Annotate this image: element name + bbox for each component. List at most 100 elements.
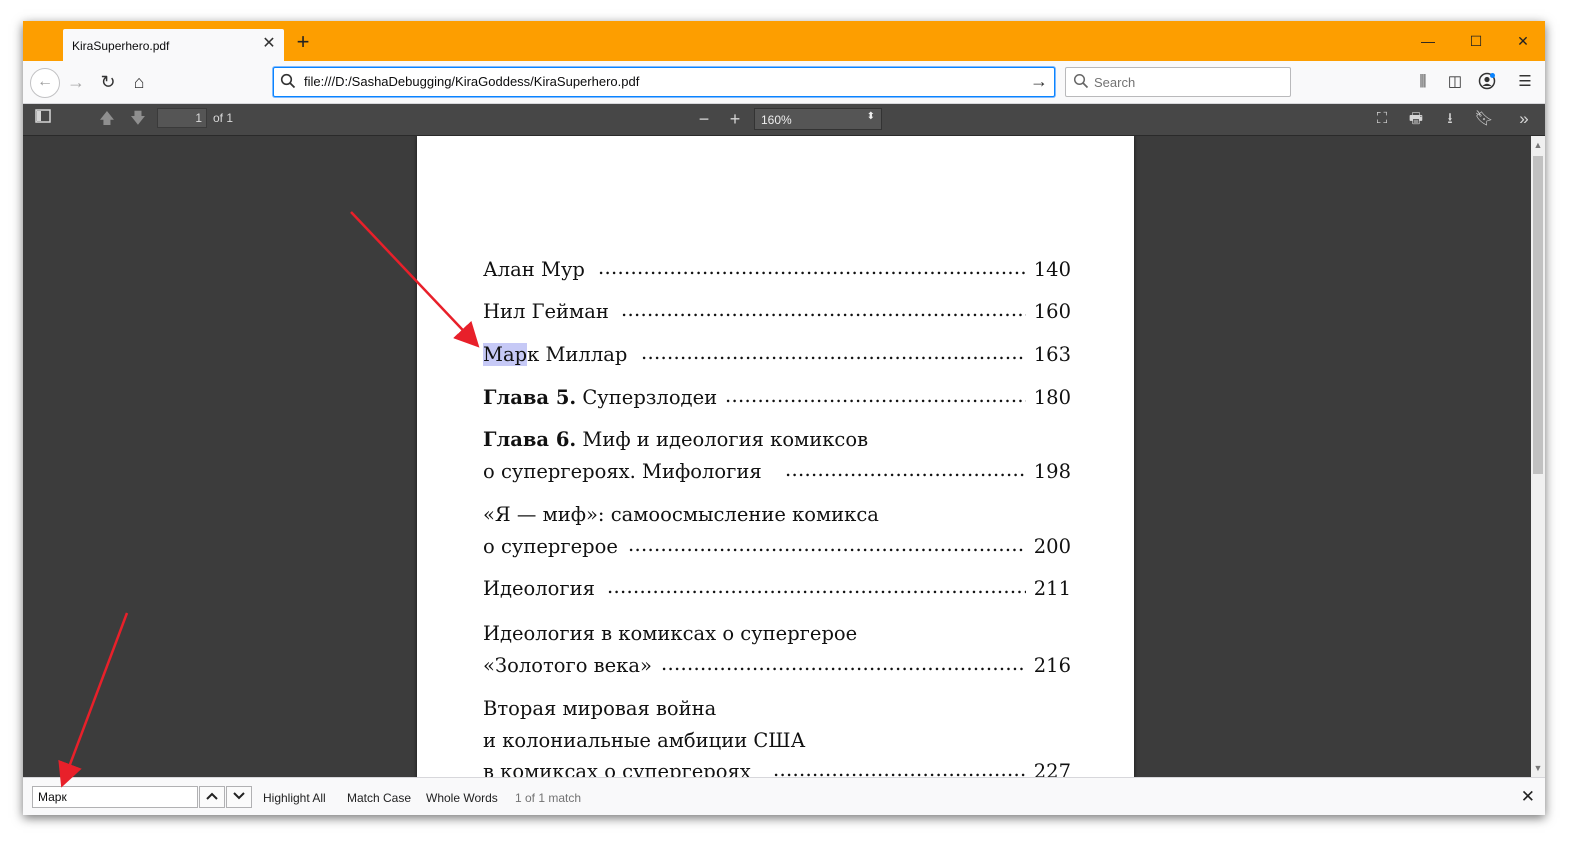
toc-page-number: 227 xyxy=(1033,760,1071,777)
scrollbar-thumb[interactable] xyxy=(1533,156,1543,474)
tools-icon[interactable]: » xyxy=(1513,109,1535,129)
find-status: 1 of 1 match xyxy=(515,791,582,805)
new-tab-icon[interactable]: + xyxy=(293,31,313,53)
toc-entry: «Золотого века» ........................… xyxy=(483,652,1071,680)
tab-close-icon[interactable]: ✕ xyxy=(261,35,277,53)
chapter-title: Миф и идеология комиксов xyxy=(576,428,869,451)
leader-dots: ........................................… xyxy=(607,575,1026,598)
tab-kirasuperhero[interactable]: KiraSuperhero.pdf ✕ xyxy=(63,29,284,61)
scroll-up-icon[interactable]: ▲ xyxy=(1531,138,1545,152)
toc-entry-title: в комиксах о супергероях xyxy=(483,760,751,777)
close-window-icon[interactable]: ✕ xyxy=(1513,31,1533,51)
toc-entry-title-rest: к Миллар xyxy=(527,343,628,366)
vertical-scrollbar[interactable]: ▲ ▼ xyxy=(1531,136,1545,777)
toc-page-number: 163 xyxy=(1033,343,1071,366)
title-bar: KiraSuperhero.pdf ✕ + — ☐ ✕ xyxy=(23,21,1545,61)
next-page-icon[interactable]: 🡇 xyxy=(127,109,149,129)
toc-entry: Идеология ..............................… xyxy=(483,575,1071,603)
url-text: file:///D:/SashaDebugging/KiraGoddess/Ki… xyxy=(304,74,640,89)
find-next-icon[interactable] xyxy=(226,786,252,808)
toc-entry-line: «Я — миф»: самоосмысление комикса xyxy=(483,503,879,526)
toc-entry: Марк Миллар ............................… xyxy=(483,341,1071,369)
toc-entry: Алан Мур ...............................… xyxy=(483,256,1071,284)
toc-page-number: 180 xyxy=(1033,386,1071,409)
toc-entry-line: Идеология в комиксах о супергерое xyxy=(483,622,858,645)
home-icon[interactable]: ⌂ xyxy=(127,71,151,93)
url-bar[interactable]: file:///D:/SashaDebugging/KiraGoddess/Ki… xyxy=(273,67,1055,97)
search-input[interactable] xyxy=(1094,72,1274,92)
chapter-number: Глава 5. xyxy=(483,386,577,409)
leader-dots: ........................................… xyxy=(785,458,1026,481)
select-arrows-icon: ⬍ xyxy=(866,111,875,122)
toc-entry-title: Алан Мур xyxy=(483,258,585,281)
toc-entry-title: Глава 5. Суперзлодеи xyxy=(483,386,717,409)
toc-entry-line: Глава 6. Миф и идеология комиксов xyxy=(483,428,868,451)
toc-entry-title: «Золотого века» xyxy=(483,654,652,677)
whole-words-toggle[interactable]: Whole Words xyxy=(426,791,498,805)
leader-dots: ........................................… xyxy=(598,256,1026,279)
toc-entry-title: Марк Миллар xyxy=(483,343,627,366)
highlight-all-toggle[interactable]: Highlight All xyxy=(263,791,326,805)
zoom-in-icon[interactable]: + xyxy=(724,109,746,129)
pdf-page: Алан Мур ...............................… xyxy=(417,136,1134,777)
toc-page-number: 140 xyxy=(1033,258,1071,281)
search-icon xyxy=(1073,73,1089,89)
toc-entry: о супергероях. Мифология ...............… xyxy=(483,458,1071,486)
toc-entry: Нил Гейман .............................… xyxy=(483,298,1071,326)
search-match-highlight: Мар xyxy=(483,343,528,366)
leader-dots: ........................................… xyxy=(661,652,1026,675)
find-close-icon[interactable]: ✕ xyxy=(1521,787,1535,807)
minimize-icon[interactable]: — xyxy=(1418,31,1438,51)
toc-entry: Глава 5. Суперзлодеи ...................… xyxy=(483,384,1071,412)
menu-icon[interactable]: ☰ xyxy=(1514,72,1536,92)
search-box[interactable] xyxy=(1065,67,1291,97)
back-arrow-icon[interactable]: ← xyxy=(30,68,60,98)
leader-dots: ........................................… xyxy=(641,341,1026,364)
library-icon[interactable]: ⫼ xyxy=(1412,72,1434,92)
find-bar: Highlight All Match Case Whole Words 1 o… xyxy=(23,777,1545,815)
find-input[interactable] xyxy=(32,786,198,808)
zoom-select[interactable]: 160% ⬍ xyxy=(754,108,882,130)
pdf-toolbar: 🡅 🡇 1 of 1 − + 160% ⬍ ⛶ 🖶 ⭳ 🔖︎ » xyxy=(23,104,1545,136)
url-search-icon xyxy=(280,73,296,89)
print-icon[interactable]: 🖶 xyxy=(1405,109,1427,129)
leader-dots: ........................................… xyxy=(628,533,1026,556)
page-number-input[interactable]: 1 xyxy=(157,108,207,128)
toc-page-number: 198 xyxy=(1033,460,1071,483)
toc-entry: о супергерое ...........................… xyxy=(483,533,1071,561)
account-icon[interactable] xyxy=(1476,72,1498,92)
toc-entry: в комиксах о супергероях ...............… xyxy=(483,758,1071,777)
leader-dots: ........................................… xyxy=(725,384,1026,407)
previous-page-icon[interactable]: 🡅 xyxy=(96,109,118,129)
page-count-label: of 1 xyxy=(213,111,234,125)
toc-page-number: 200 xyxy=(1033,535,1071,558)
toc-entry-title: о супергерое xyxy=(483,535,618,558)
navigation-bar: ← → ↻ ⌂ file:///D:/SashaDebugging/KiraGo… xyxy=(23,61,1545,104)
toc-entry-line: Вторая мировая война xyxy=(483,697,717,720)
sidebar-toggle-icon[interactable]: ◫ xyxy=(1444,72,1466,92)
download-icon[interactable]: ⭳ xyxy=(1439,109,1461,129)
go-arrow-icon[interactable]: → xyxy=(1030,71,1048,92)
scroll-down-icon[interactable]: ▼ xyxy=(1531,761,1545,775)
forward-arrow-icon[interactable]: → xyxy=(64,71,88,93)
bookmark-icon[interactable]: 🔖︎ xyxy=(1473,109,1495,129)
find-previous-icon[interactable] xyxy=(199,786,225,808)
toc-entry-title: о супергероях. Мифология xyxy=(483,460,762,483)
leader-dots: ........................................… xyxy=(621,298,1026,321)
pdf-viewer[interactable]: Алан Мур ...............................… xyxy=(23,136,1531,777)
toc-page-number: 216 xyxy=(1033,654,1071,677)
leader-dots: ........................................… xyxy=(773,758,1026,777)
toc-entry-line: и колониальные амбиции США xyxy=(483,729,806,752)
reload-icon[interactable]: ↻ xyxy=(96,71,120,93)
zoom-value: 160% xyxy=(761,113,792,127)
toggle-sidebar-icon[interactable] xyxy=(32,109,54,129)
maximize-icon[interactable]: ☐ xyxy=(1466,31,1486,51)
browser-window: KiraSuperhero.pdf ✕ + — ☐ ✕ ← → ↻ ⌂ file… xyxy=(23,21,1545,815)
toc-page-number: 211 xyxy=(1033,577,1071,600)
match-case-toggle[interactable]: Match Case xyxy=(347,791,411,805)
zoom-out-icon[interactable]: − xyxy=(693,109,715,129)
toc-page-number: 160 xyxy=(1033,300,1071,323)
chapter-number: Глава 6. xyxy=(483,428,577,451)
tab-title: KiraSuperhero.pdf xyxy=(72,39,170,53)
presentation-mode-icon[interactable]: ⛶ xyxy=(1371,109,1393,129)
